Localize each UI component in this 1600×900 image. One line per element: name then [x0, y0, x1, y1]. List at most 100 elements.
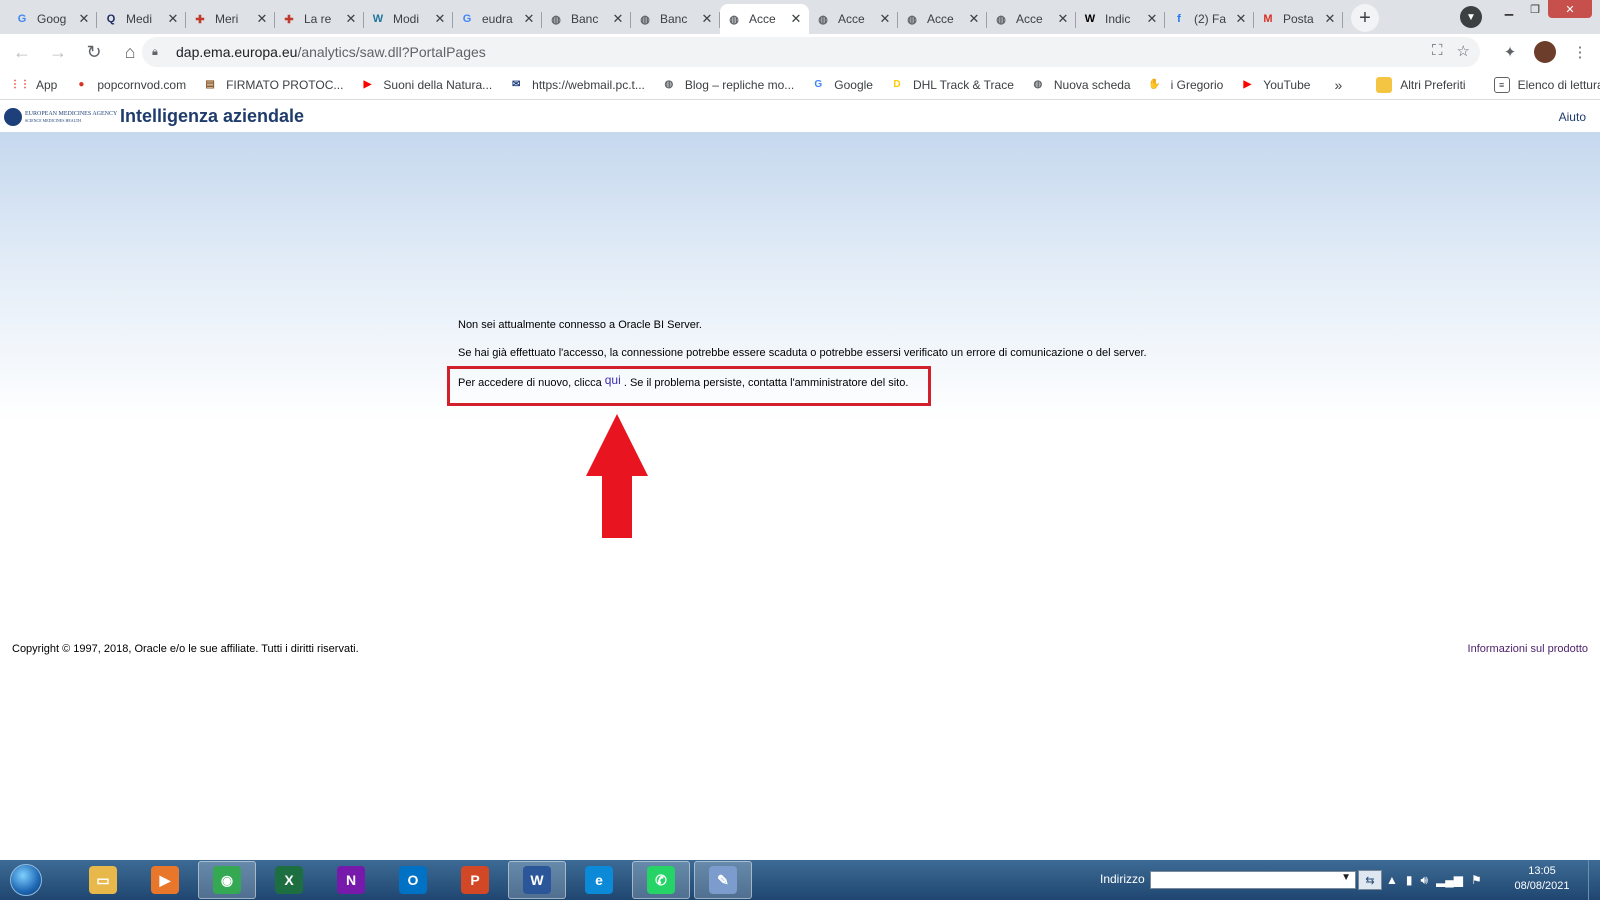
show-desktop-button[interactable]: [1588, 860, 1600, 900]
bookmarks-overflow-button[interactable]: »: [1334, 77, 1342, 93]
taskbar-clock[interactable]: 13:05 08/08/2021: [1510, 864, 1574, 894]
network-icon[interactable]: ▂▄▆: [1436, 873, 1463, 887]
tab-close-icon[interactable]: ✕: [789, 11, 803, 27]
system-tray: ▲ ▮ 🔊︎ ▂▄▆ ⚑: [1386, 860, 1482, 900]
bookmark-item[interactable]: ▶ Suoni della Natura...: [359, 77, 493, 93]
tab-strip: G Goog ✕ Q Medi ✕ ✚ Meri ✕ ✚ La re ✕ W Modi ✕ Geudra ✕ ◍ B…: [0, 0, 1600, 34]
reload-button[interactable]: ↻: [78, 36, 110, 68]
bookmark-item[interactable]: ◍ Blog – repliche mo...: [661, 77, 795, 93]
address-toolbar-input[interactable]: ▼: [1150, 871, 1356, 889]
browser-tab[interactable]: ◍ Acce ✕: [987, 4, 1076, 34]
address-go-button[interactable]: ⇆: [1358, 870, 1382, 890]
globe-icon: ◍: [996, 13, 1006, 26]
reading-list-button[interactable]: ≡ Elenco di lettura: [1493, 76, 1600, 93]
browser-tab[interactable]: ◍ Banc ✕: [542, 4, 631, 34]
browser-tab[interactable]: Geudra ✕: [453, 4, 542, 34]
browser-tab[interactable]: W Modi ✕: [364, 4, 453, 34]
bookmark-item[interactable]: ▶ YouTube: [1239, 77, 1310, 93]
new-tab-button[interactable]: +: [1351, 4, 1379, 32]
translate-icon[interactable]: ⛶: [1432, 42, 1443, 60]
extensions-icon[interactable]: ✦: [1498, 38, 1522, 66]
window-close-button[interactable]: ✕: [1548, 0, 1592, 18]
paint-icon: ✎: [709, 866, 737, 894]
taskbar-app-chrome[interactable]: ◉: [198, 861, 256, 899]
ema-logo: EUROPEAN MEDICINES AGENCY SCIENCE MEDICI…: [4, 106, 120, 128]
tab-close-icon[interactable]: ✕: [1056, 11, 1070, 27]
tab-close-icon[interactable]: ✕: [700, 11, 714, 27]
bookmark-item[interactable]: ✋ i Gregorio: [1147, 77, 1223, 93]
bookmark-item[interactable]: ✉ https://webmail.pc.t...: [508, 77, 645, 93]
tab-close-icon[interactable]: ✕: [344, 11, 358, 27]
tab-close-icon[interactable]: ✕: [1145, 11, 1159, 27]
taskbar-app-explorer[interactable]: ▭: [74, 861, 132, 899]
arrow-left-icon: ←: [13, 41, 31, 62]
taskbar-app-word[interactable]: W: [508, 861, 566, 899]
forward-button[interactable]: →: [42, 36, 74, 68]
taskbar-app-media[interactable]: ▶: [136, 861, 194, 899]
action-center-flag-icon[interactable]: ⚑: [1471, 873, 1482, 887]
taskbar-app-outlook[interactable]: O: [384, 861, 442, 899]
taskbar-app-edge[interactable]: e: [570, 861, 628, 899]
tab-search-button[interactable]: ▼: [1460, 6, 1482, 28]
browser-tab[interactable]: M Posta ✕: [1254, 4, 1343, 34]
red-arrow-annotation: [586, 414, 648, 538]
tab-close-icon[interactable]: ✕: [255, 11, 269, 27]
globe-icon: ◍: [1033, 79, 1043, 90]
bookmark-item[interactable]: ▤ FIRMATO PROTOC...: [202, 77, 343, 93]
browser-tab[interactable]: G Goog ✕: [8, 4, 97, 34]
browser-tab[interactable]: f (2) Fa ✕: [1165, 4, 1254, 34]
taskbar-app-powerpoint[interactable]: P: [446, 861, 504, 899]
tray-expand-icon[interactable]: ▲: [1386, 873, 1398, 887]
back-button[interactable]: ←: [6, 36, 38, 68]
volume-icon[interactable]: 🔊︎: [1421, 873, 1429, 888]
browser-tab[interactable]: ◍ Banc ✕: [631, 4, 720, 34]
bookmark-item[interactable]: G Google: [810, 77, 873, 93]
browser-tab[interactable]: ✚ Meri ✕: [186, 4, 275, 34]
tab-title: Posta: [1283, 12, 1314, 26]
profile-avatar[interactable]: [1534, 41, 1556, 63]
bookmark-item[interactable]: ● popcornvod.com: [73, 77, 186, 93]
tab-close-icon[interactable]: ✕: [878, 11, 892, 27]
reading-list-label: Elenco di lettura: [1517, 77, 1600, 92]
tab-close-icon[interactable]: ✕: [1234, 11, 1248, 27]
tab-close-icon[interactable]: ✕: [522, 11, 536, 27]
restore-button[interactable]: ❐: [1522, 0, 1548, 18]
bookmark-label: DHL Track & Trace: [912, 77, 1014, 92]
dropdown-arrow-icon[interactable]: ▼: [1341, 872, 1351, 883]
tab-close-icon[interactable]: ✕: [611, 11, 625, 27]
minimize-button[interactable]: ▁: [1496, 0, 1522, 18]
help-link[interactable]: Aiuto: [1559, 110, 1586, 124]
taskbar-app-onenote[interactable]: N: [322, 861, 380, 899]
other-favorites-folder[interactable]: Altri Preferiti: [1376, 76, 1466, 93]
browser-tab[interactable]: ◍ Acce ✕: [809, 4, 898, 34]
browser-tab[interactable]: ◍ Acce ✕: [720, 4, 809, 34]
taskbar-app-paint[interactable]: ✎: [694, 861, 752, 899]
tab-close-icon[interactable]: ✕: [166, 11, 180, 27]
window-controls: ▁ ❐ ✕: [1496, 0, 1592, 18]
browser-tab[interactable]: Q Medi ✕: [97, 4, 186, 34]
tab-close-icon[interactable]: ✕: [967, 11, 981, 27]
tab-close-icon[interactable]: ✕: [77, 11, 91, 27]
address-toolbar-label: Indirizzo: [1100, 872, 1145, 886]
start-button[interactable]: [4, 860, 48, 900]
address-bar[interactable]: 🔒︎ dap.ema.europa.eu/analytics/saw.dll?P…: [142, 37, 1480, 67]
tab-close-icon[interactable]: ✕: [433, 11, 447, 27]
taskbar-app-whatsapp[interactable]: ✆: [632, 861, 690, 899]
tab-title: Modi: [393, 12, 420, 26]
product-info-link[interactable]: Informazioni sul prodotto: [1468, 643, 1588, 655]
tab-close-icon[interactable]: ✕: [1323, 11, 1337, 27]
tab-title: Banc: [660, 12, 688, 26]
browser-tab[interactable]: W Indic ✕: [1076, 4, 1165, 34]
taskbar-app-excel[interactable]: X: [260, 861, 318, 899]
chevron-down-icon: ▼: [1466, 11, 1476, 23]
bookmark-item[interactable]: ⋮⋮ App: [10, 77, 57, 93]
plus-icon: +: [1359, 6, 1371, 29]
menu-kebab-icon[interactable]: ⋮: [1568, 38, 1592, 66]
copyright-text: Copyright © 1997, 2018, Oracle e/o le su…: [12, 643, 359, 655]
browser-tab[interactable]: ✚ La re ✕: [275, 4, 364, 34]
power-icon[interactable]: ▮: [1406, 873, 1413, 887]
browser-tab[interactable]: ◍ Acce ✕: [898, 4, 987, 34]
bookmark-star-icon[interactable]: ☆: [1457, 42, 1470, 60]
bookmark-item[interactable]: D DHL Track & Trace: [889, 77, 1014, 93]
bookmark-item[interactable]: ◍ Nuova scheda: [1030, 77, 1131, 93]
